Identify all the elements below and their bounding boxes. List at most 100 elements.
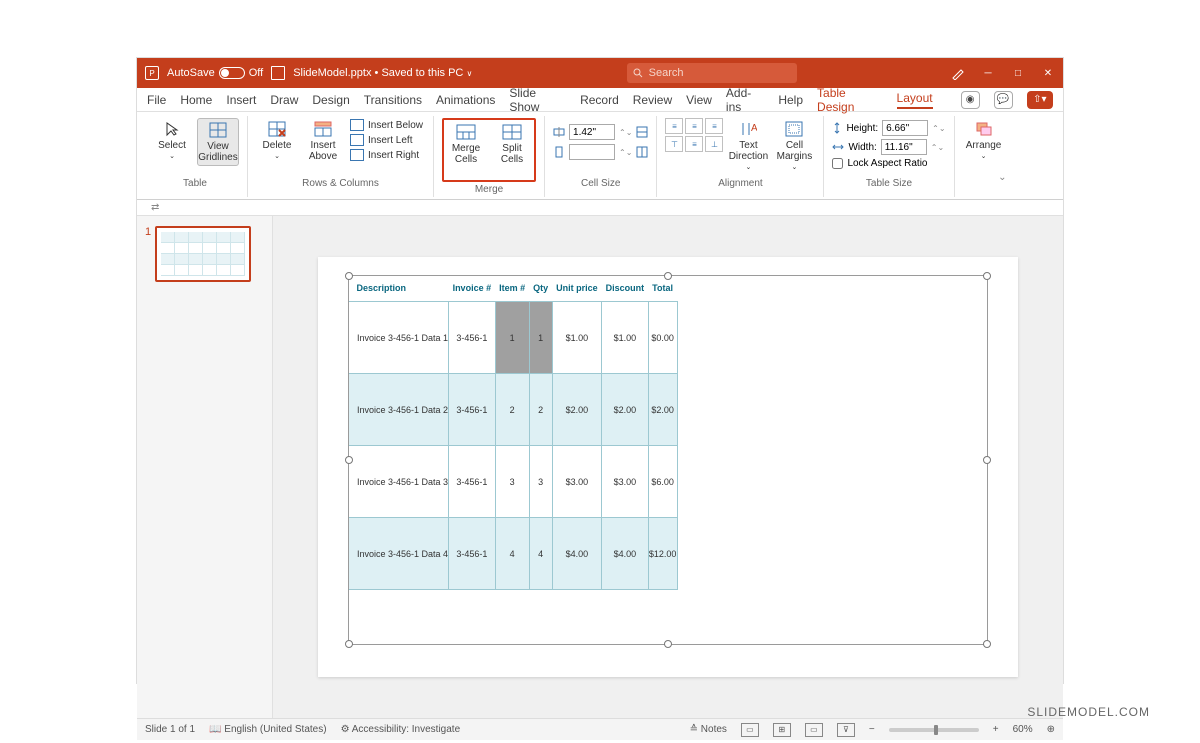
reading-view-button[interactable]: ▭ [805,723,823,737]
insert-left-button[interactable]: Insert Left [348,133,425,147]
tab-file[interactable]: File [147,93,166,107]
distribute-rows-icon[interactable] [636,126,648,138]
slide-counter[interactable]: Slide 1 of 1 [145,724,195,735]
share-button[interactable]: ⇧▾ [1027,91,1053,109]
width-icon [832,142,844,152]
search-icon [633,68,643,78]
fit-to-window-button[interactable]: ⊕ [1047,724,1055,735]
zoom-in-button[interactable]: + [993,724,999,735]
slide: Description Invoice # Item # Qty Unit pr… [318,257,1018,677]
lock-aspect-checkbox[interactable]: Lock Aspect Ratio [832,158,927,169]
tab-help[interactable]: Help [778,93,803,107]
resize-handle[interactable] [664,640,672,648]
align-center-button[interactable]: ≡ [685,118,703,134]
qat-dropdown[interactable]: ⇄ [151,202,159,213]
delete-button[interactable]: Delete⌄ [256,118,298,163]
view-gridlines-button[interactable]: View Gridlines [197,118,239,166]
language-indicator[interactable]: 📖 English (United States) [209,724,327,735]
resize-handle[interactable] [664,272,672,280]
tab-table-design[interactable]: Table Design [817,86,883,114]
col-width-icon [553,146,565,158]
notes-button[interactable]: ≙ Notes [690,724,727,735]
text-direction-button[interactable]: A Text Direction⌄ [727,118,769,174]
resize-handle[interactable] [983,272,991,280]
resize-handle[interactable] [983,456,991,464]
search-input[interactable]: Search [627,63,797,83]
delete-icon [267,120,287,138]
normal-view-button[interactable]: ▭ [741,723,759,737]
resize-handle[interactable] [983,640,991,648]
tab-record[interactable]: Record [580,93,619,107]
tab-animations[interactable]: Animations [436,93,495,107]
quick-access-row: ⇄ [137,200,1063,216]
align-middle-button[interactable]: ≡ [685,136,703,152]
accessibility-indicator[interactable]: ⚙ Accessibility: Investigate [341,724,461,735]
col-width-input[interactable]: ⌃⌄ [553,144,648,160]
watermark: SLIDEMODEL.COM [1027,705,1150,719]
split-icon [502,123,522,141]
insert-below-button[interactable]: Insert Below [348,118,425,132]
tab-transitions[interactable]: Transitions [364,93,422,107]
autosave-toggle[interactable]: AutoSave Off [167,67,263,79]
resize-handle[interactable] [345,640,353,648]
sorter-view-button[interactable]: ⊞ [773,723,791,737]
table-width-input[interactable]: Width: ⌃⌄ [832,139,944,155]
slide-thumbnails: 1 [137,216,273,718]
insert-right-button[interactable]: Insert Right [348,148,425,162]
tab-insert[interactable]: Insert [226,93,256,107]
slide-canvas[interactable]: Description Invoice # Item # Qty Unit pr… [273,216,1063,718]
comments-button[interactable]: 💬 [994,91,1013,109]
tab-review[interactable]: Review [633,93,672,107]
maximize-button[interactable]: □ [1011,66,1025,80]
insert-below-icon [350,119,364,131]
align-top-button[interactable]: ⊤ [665,136,683,152]
table-height-input[interactable]: Height: ⌃⌄ [832,120,945,136]
close-button[interactable]: ✕ [1041,66,1055,80]
distribute-cols-icon[interactable] [636,146,648,158]
pencil-icon[interactable] [951,66,965,80]
tab-view[interactable]: View [686,93,712,107]
slide-thumbnail-1[interactable] [155,226,251,282]
app-window: P AutoSave Off SlideModel.pptx • Saved t… [136,57,1064,684]
cell-margins-icon [784,120,804,138]
merge-highlight: Merge Cells Split Cells [442,118,536,182]
tab-slideshow[interactable]: Slide Show [509,86,566,114]
insert-above-icon [313,120,333,138]
collapse-ribbon-button[interactable]: ⌄ [998,172,1006,183]
align-left-button[interactable]: ≡ [665,118,683,134]
grid-icon [208,121,228,139]
resize-handle[interactable] [345,456,353,464]
select-button[interactable]: Select⌄ [151,118,193,163]
align-bottom-button[interactable]: ⊥ [705,136,723,152]
titlebar: P AutoSave Off SlideModel.pptx • Saved t… [137,58,1063,88]
ribbon-tabs: File Home Insert Draw Design Transitions… [137,88,1063,112]
arrange-button[interactable]: Arrange⌄ [963,118,1005,163]
group-cell-size: ⌃⌄ ⌃⌄ Cell Size [545,116,657,197]
merge-cells-button[interactable]: Merge Cells [445,121,487,167]
resize-handle[interactable] [345,272,353,280]
autosave-label: AutoSave [167,67,215,79]
camera-button[interactable]: ◉ [961,91,980,109]
save-icon[interactable] [271,66,285,80]
text-direction-icon: A [738,120,758,138]
slideshow-view-button[interactable]: ⊽ [837,723,855,737]
tab-addins[interactable]: Add-ins [726,86,764,114]
zoom-slider[interactable] [889,728,979,732]
tab-draw[interactable]: Draw [270,93,298,107]
tab-layout[interactable]: Layout [897,91,933,109]
tab-home[interactable]: Home [180,93,212,107]
insert-right-icon [350,149,364,161]
zoom-level[interactable]: 60% [1013,724,1033,735]
thumb-number: 1 [145,226,151,238]
zoom-out-button[interactable]: − [869,724,875,735]
align-right-button[interactable]: ≡ [705,118,723,134]
cell-margins-button[interactable]: Cell Margins⌄ [773,118,815,174]
document-title: SlideModel.pptx • Saved to this PC ∨ [293,67,472,79]
tab-design[interactable]: Design [312,93,349,107]
minimize-button[interactable]: ─ [981,66,995,80]
ribbon: Select⌄ View Gridlines Table Delete⌄ Ins… [137,112,1063,200]
group-table-size: Height: ⌃⌄ Width: ⌃⌄ Lock Aspect Ratio T… [824,116,954,197]
insert-above-button[interactable]: Insert Above [302,118,344,164]
split-cells-button[interactable]: Split Cells [491,121,533,167]
row-height-input[interactable]: ⌃⌄ [553,124,648,140]
